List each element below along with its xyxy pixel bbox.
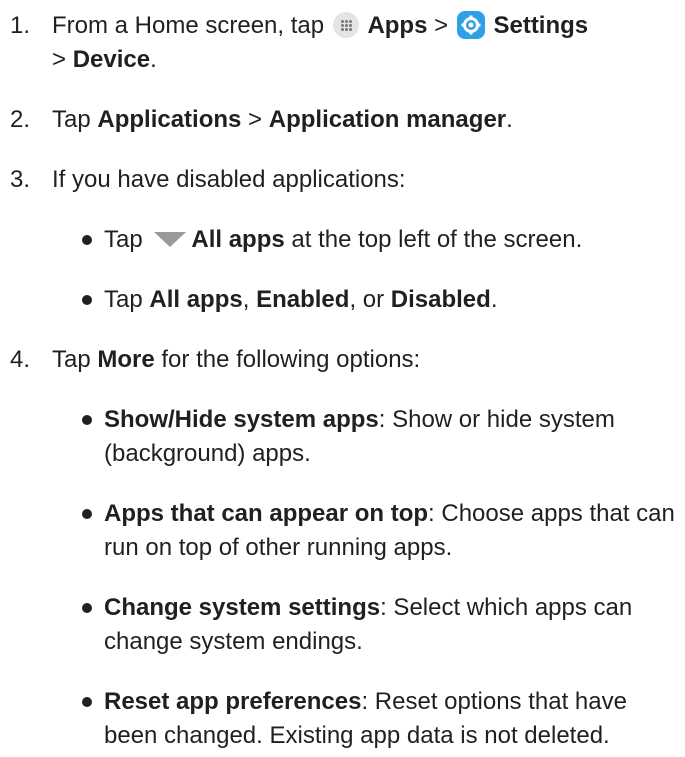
step-number: 1. [10,12,31,39]
step-text-part: From a Home screen, tap [52,12,331,39]
step-number: 2. [10,106,31,133]
apps-label: Apps [367,12,428,39]
step-text: From a Home screen, tap Apps > Settings … [52,9,677,77]
bullet-text-part: , or [349,286,391,313]
bullet-dot [82,415,92,425]
dropdown-triangle-icon [154,232,187,247]
bullet-text: Tap All apps at the top left of the scre… [104,223,677,257]
option-name: Apps that can appear on top [104,500,429,527]
bullet-dot [82,509,92,519]
bullet-dot [82,235,92,245]
more-label: More [97,346,155,373]
option-name: Reset app preferences [104,688,362,715]
apps-grid-icon [332,12,359,38]
separator: > [427,12,455,39]
applications-label: Applications [97,106,242,133]
settings-gear-icon [456,11,485,39]
bullet-text-part: at the top left of the screen. [284,226,583,253]
step-text: If you have disabled applications: [52,166,406,193]
bullet-text-part: Tap [104,286,150,313]
bullet-dot [82,295,92,305]
step-text: Tap More for the following options: [52,343,677,377]
bullet-text: Apps that can appear on top: Choose apps… [104,497,677,565]
disabled-label: Disabled [390,286,491,313]
bullet-text-part: , [242,286,257,313]
bullet-dot [82,603,92,613]
step-text: Tap Applications > Application manager. [52,103,677,137]
step-text-part: Tap [52,346,98,373]
step-text-part: Tap [52,106,98,133]
bullet-text: Change system settings: Select which app… [104,591,677,659]
punctuation: . [506,106,513,133]
bullet-text: Show/Hide system apps: Show or hide syst… [104,403,677,471]
step-text-part: for the following options: [154,346,421,373]
bullet-text: Tap All apps, Enabled, or Disabled. [104,283,677,317]
settings-label: Settings [493,12,589,39]
bullet-dot [82,697,92,707]
separator: > [241,106,269,133]
punctuation: . [490,286,498,313]
device-label: Device [72,46,151,73]
all-apps-label: All apps [191,226,285,253]
punctuation: . [150,46,157,73]
all-apps-label: All apps [149,286,243,313]
application-manager-label: Application manager [268,106,507,133]
bullet-text: Reset app preferences: Reset options tha… [104,685,677,753]
enabled-label: Enabled [256,286,350,313]
step-number: 3. [10,166,31,193]
bullet-text-part: Tap [104,226,150,253]
step-number: 4. [10,346,31,373]
option-name: Change system settings [104,594,381,621]
separator: > [52,46,73,73]
option-name: Show/Hide system apps [104,406,379,433]
